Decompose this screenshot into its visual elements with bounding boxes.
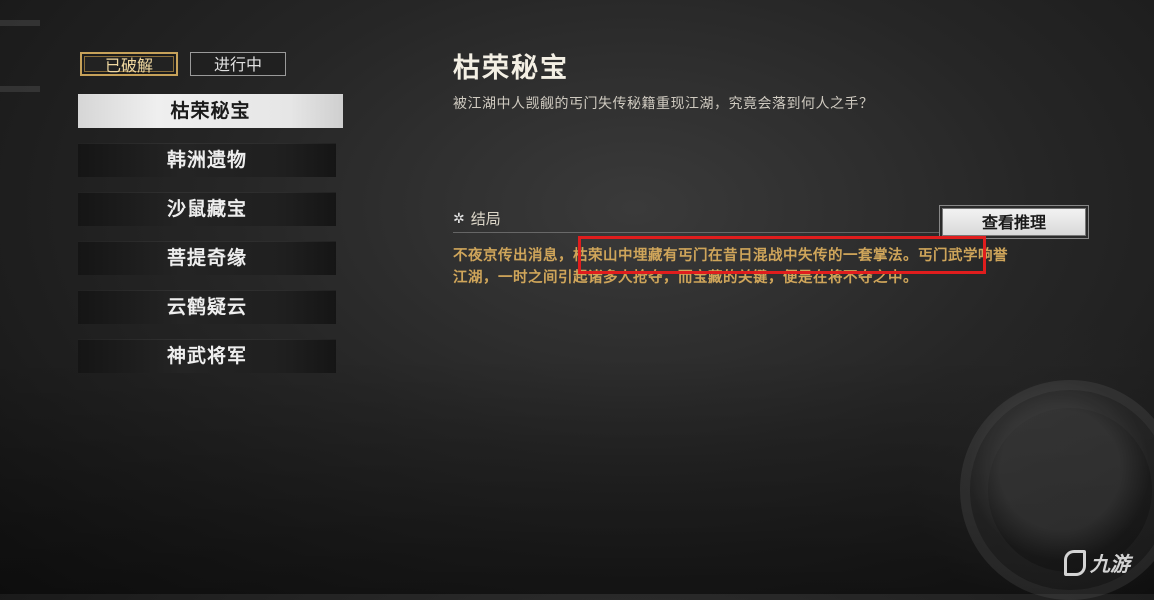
watermark: 九游	[1064, 548, 1130, 577]
ending-text-line-2: 江湖，一时之间引起诸多人抢夺，而宝藏的关键，便是在将不夺之中。	[453, 269, 918, 286]
case-list: 枯荣秘宝 韩洲遗物 沙鼠藏宝 菩提奇缘 云鹤疑云 神武将军	[78, 94, 343, 388]
ending-text-line-1: 不夜京传出消息，枯荣山中埋藏有丐门在昔日混战中失传的一套掌法。丐门武学响誉	[453, 247, 1008, 264]
case-item-yunhe[interactable]: 云鹤疑云	[78, 290, 336, 324]
jiuyou-logo-icon	[1064, 549, 1086, 576]
tab-solved[interactable]: 已破解	[80, 52, 178, 76]
view-reasoning-button[interactable]: 查看推理	[942, 208, 1086, 236]
ending-text: 不夜京传出消息，枯荣山中埋藏有丐门在昔日混战中失传的一套掌法。丐门武学响誉 江湖…	[453, 245, 1093, 289]
tab-bar: 已破解 进行中	[80, 52, 286, 76]
ending-label: 结局	[470, 210, 501, 228]
case-item-puti[interactable]: 菩提奇缘	[78, 241, 336, 275]
decorative-corner	[0, 20, 40, 92]
tab-in-progress[interactable]: 进行中	[190, 52, 286, 76]
ending-section-header: ✲ 结局	[453, 208, 501, 229]
snowflake-icon: ✲	[453, 210, 465, 227]
case-item-shashu[interactable]: 沙鼠藏宝	[78, 192, 336, 226]
case-item-kurong[interactable]: 枯荣秘宝	[78, 94, 343, 128]
case-item-shenwu[interactable]: 神武将军	[78, 339, 336, 373]
page-title: 枯荣秘宝	[453, 53, 569, 84]
case-description: 被江湖中人觊觎的丐门失传秘籍重现江湖，究竟会落到何人之手？	[453, 96, 874, 112]
case-item-hanzhou[interactable]: 韩洲遗物	[78, 143, 336, 177]
watermark-text: 九游	[1090, 552, 1130, 576]
